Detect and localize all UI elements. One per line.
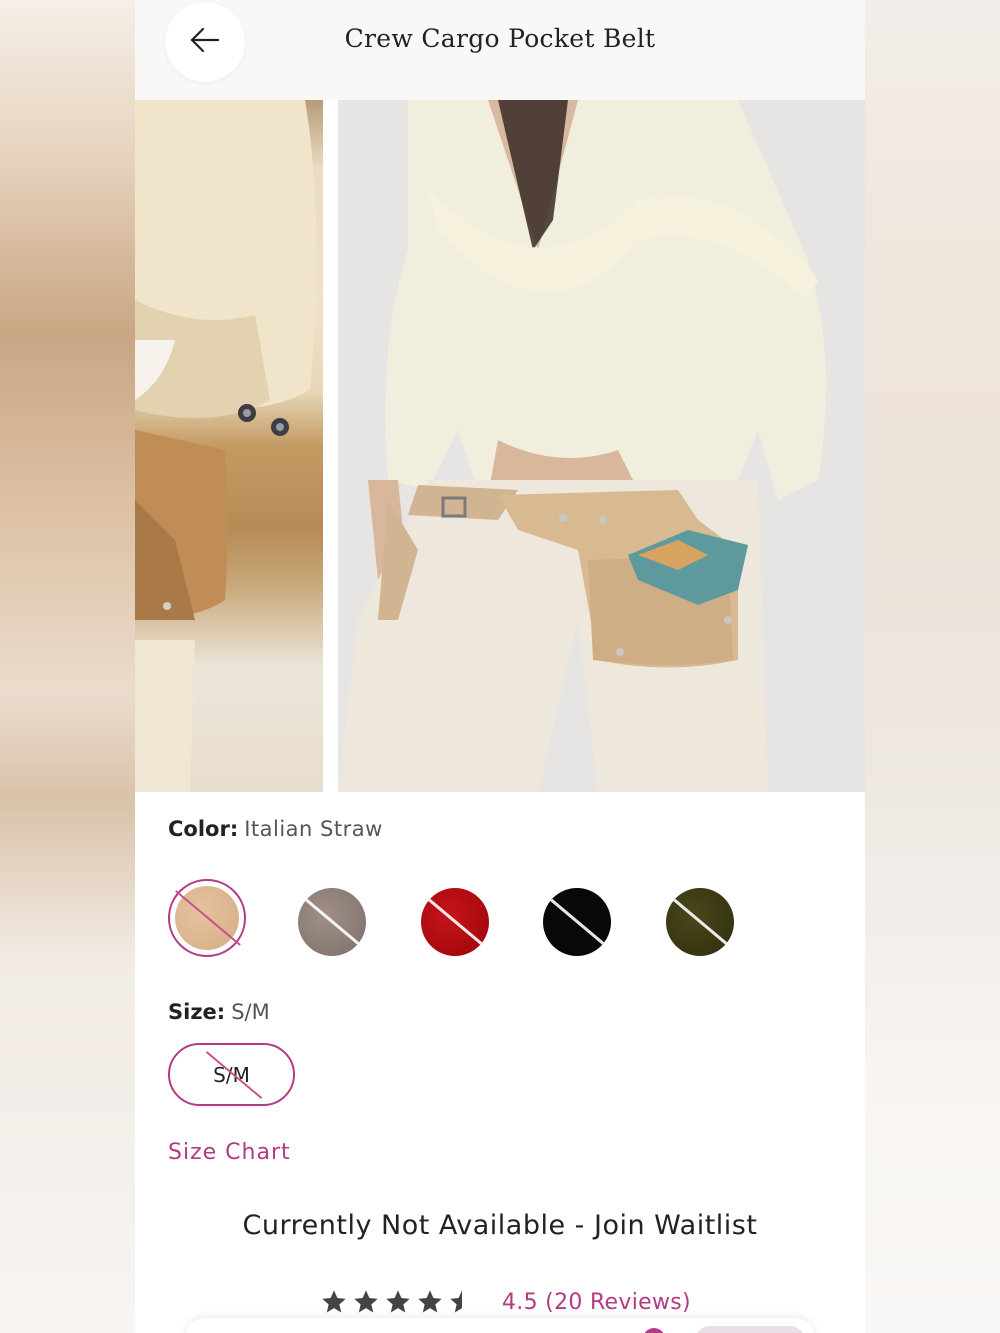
- product-page: Crew Cargo Pocket Belt Color: Italian St…: [135, 0, 865, 1333]
- product-model-photo[interactable]: [338, 100, 865, 792]
- color-label: Color:: [168, 817, 239, 841]
- rating-summary[interactable]: 4.5 (20 Reviews): [320, 1286, 691, 1318]
- unavailable-slash: [669, 895, 731, 948]
- color-swatch-olive[interactable]: [666, 888, 734, 956]
- top-bar: Crew Cargo Pocket Belt: [135, 0, 865, 100]
- unavailable-slash: [546, 895, 608, 948]
- color-swatch-black[interactable]: [543, 888, 611, 956]
- size-selection-label: Size: S/M: [168, 1000, 270, 1024]
- color-swatch-taupe[interactable]: [298, 888, 366, 956]
- rating-reviews-link[interactable]: 4.5 (20 Reviews): [502, 1290, 691, 1315]
- half-star-icon: [450, 1290, 462, 1313]
- size-chart-link[interactable]: Size Chart: [168, 1140, 291, 1165]
- unavailable-slash: [424, 895, 486, 948]
- star-icon: [386, 1290, 410, 1313]
- bottom-bar-pill: [695, 1326, 805, 1333]
- selected-color-name: Italian Straw: [244, 817, 383, 841]
- color-swatch-red[interactable]: [421, 888, 489, 956]
- size-option-s-m[interactable]: S/M: [168, 1043, 295, 1106]
- color-selection-label: Color: Italian Straw: [168, 817, 383, 841]
- blurred-background-right: [865, 0, 1000, 1333]
- size-label: Size:: [168, 1000, 226, 1024]
- blurred-background-left: [0, 0, 135, 1333]
- color-swatch-italian-straw[interactable]: [168, 879, 246, 957]
- unavailable-slash: [301, 895, 363, 948]
- star-icon: [418, 1290, 442, 1313]
- star-icon: [322, 1290, 346, 1313]
- selected-size: S/M: [231, 1000, 270, 1024]
- star-icon: [354, 1290, 378, 1313]
- page-title: Crew Cargo Pocket Belt: [344, 24, 656, 53]
- product-detail-photo[interactable]: [135, 100, 323, 792]
- product-image-gallery[interactable]: [135, 100, 865, 792]
- join-waitlist-button[interactable]: Currently Not Available - Join Waitlist: [135, 1210, 865, 1241]
